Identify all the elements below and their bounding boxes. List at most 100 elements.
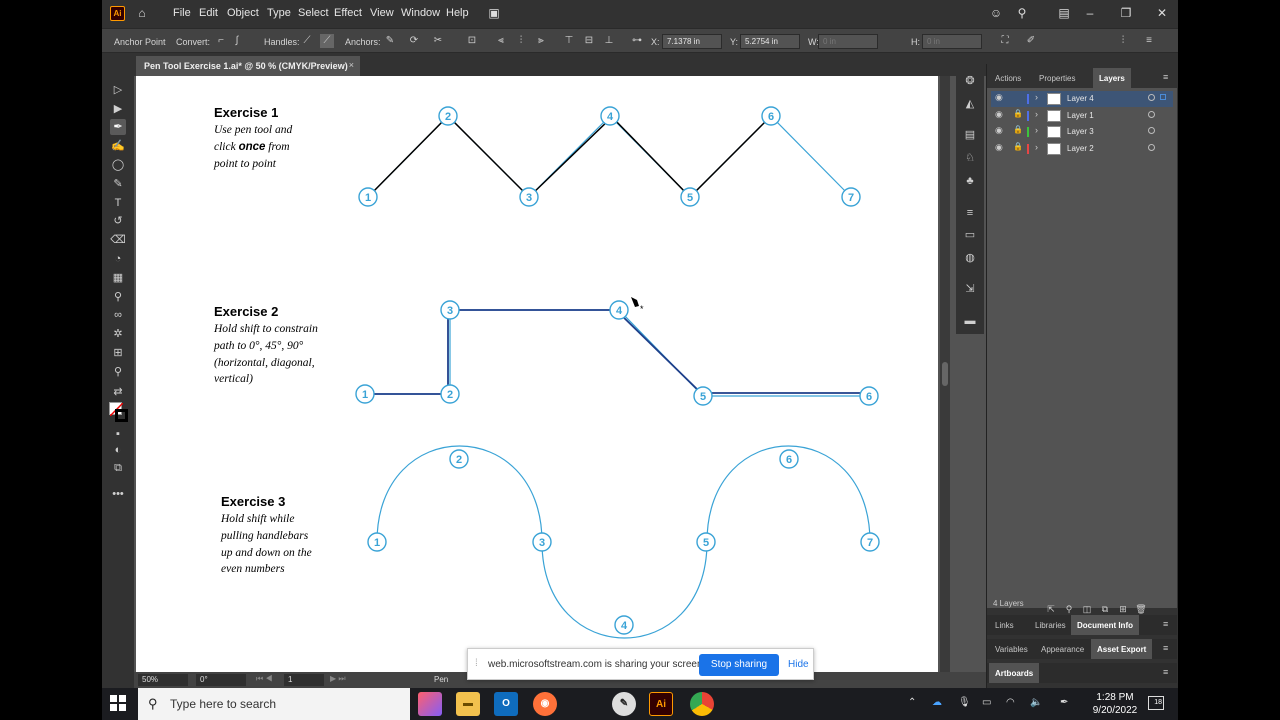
new-layer-icon[interactable]: ⊞ bbox=[1117, 603, 1129, 615]
workspace-icon[interactable]: ▤ bbox=[1056, 5, 1072, 21]
artboard-number-field[interactable]: 1 bbox=[284, 674, 324, 686]
wifi-icon[interactable]: ◠ bbox=[1006, 697, 1015, 708]
panel-menu-icon[interactable]: ≡ bbox=[1163, 643, 1168, 653]
show-handles-icon[interactable]: ⟋ bbox=[300, 34, 314, 48]
align-right-icon[interactable]: ⫸ bbox=[534, 34, 548, 48]
onedrive-icon[interactable]: ☁ bbox=[932, 697, 942, 708]
menu-view[interactable]: View bbox=[370, 7, 394, 19]
locate-object-icon[interactable]: ⚲ bbox=[1063, 603, 1075, 615]
panel-menu-icon[interactable]: ≡ bbox=[1142, 34, 1156, 48]
paintbrush-tool-icon[interactable]: ✎ bbox=[110, 176, 126, 192]
target-circle-icon[interactable] bbox=[1148, 143, 1155, 151]
user-icon[interactable]: ☺ bbox=[988, 5, 1004, 21]
convert-corner-icon[interactable]: ⌐ bbox=[214, 34, 228, 48]
artboard-nav-prev-icon[interactable]: ⏮ ◀ bbox=[256, 674, 273, 684]
align-middle-icon[interactable]: ⊟ bbox=[582, 34, 596, 48]
menu-edit[interactable]: Edit bbox=[199, 7, 218, 19]
tab-asset-export[interactable]: Asset Export bbox=[1091, 639, 1153, 659]
align-top-icon[interactable]: ⊤ bbox=[562, 34, 576, 48]
menu-file[interactable]: File bbox=[173, 7, 191, 19]
curvature-tool-icon[interactable]: ✍ bbox=[110, 138, 126, 154]
photos-app-icon[interactable] bbox=[418, 692, 442, 716]
collect-export-icon[interactable]: ⇱ bbox=[1045, 603, 1057, 615]
taskbar-search[interactable]: ⚲ Type here to search bbox=[138, 688, 410, 720]
taskbar-clock[interactable]: 1:28 PM 9/20/2022 bbox=[1085, 691, 1145, 717]
chrome-icon[interactable] bbox=[690, 692, 714, 716]
close-tab-icon[interactable]: × bbox=[349, 60, 354, 70]
convert-smooth-icon[interactable]: ∫ bbox=[230, 34, 244, 48]
artboard[interactable]: Exercise 1 Use pen tool and click once f… bbox=[136, 76, 938, 672]
microphone-icon[interactable]: 🎙 bbox=[958, 697, 971, 708]
pen-workspace-icon[interactable]: ✒ bbox=[1060, 697, 1068, 708]
lock-icon[interactable]: 🔒 bbox=[1013, 142, 1023, 151]
color-mode-icon[interactable]: ▪ bbox=[110, 426, 126, 442]
document-tab[interactable]: Pen Tool Exercise 1.ai* @ 50 % (CMYK/Pre… bbox=[136, 56, 360, 76]
color-guide-icon[interactable]: ❂ bbox=[963, 74, 977, 88]
edit-toolbar-icon[interactable]: ••• bbox=[110, 486, 126, 502]
lock-icon[interactable]: 🔒 bbox=[1013, 109, 1023, 118]
inkscape-icon[interactable]: ✎ bbox=[612, 692, 636, 716]
isolate-icon[interactable]: ⊡ bbox=[465, 34, 479, 48]
expand-chevron-icon[interactable]: › bbox=[1035, 142, 1038, 152]
transform-icon[interactable]: ⊶ bbox=[630, 34, 644, 48]
tray-overflow-icon[interactable]: ⌃ bbox=[908, 697, 916, 708]
visibility-eye-icon[interactable]: ◉ bbox=[995, 142, 1003, 153]
symbol-sprayer-tool-icon[interactable]: ✲ bbox=[110, 326, 126, 342]
windows-start-icon[interactable] bbox=[110, 695, 126, 711]
new-sublayer-icon[interactable]: ⧉ bbox=[1099, 603, 1111, 615]
cut-path-icon[interactable]: ✂ bbox=[431, 34, 445, 48]
tab-links[interactable]: Links bbox=[989, 615, 1020, 635]
transform-each-icon[interactable]: ⛶ bbox=[998, 34, 1012, 48]
expand-chevron-icon[interactable]: › bbox=[1035, 92, 1038, 102]
target-circle-icon[interactable] bbox=[1148, 94, 1155, 101]
minimize-icon[interactable]: – bbox=[1082, 5, 1098, 21]
outlook-icon[interactable]: O bbox=[494, 692, 518, 716]
notification-center-icon[interactable]: 18 bbox=[1148, 696, 1164, 710]
eraser-tool-icon[interactable]: ⌫ bbox=[110, 232, 126, 248]
stop-sharing-button[interactable]: Stop sharing bbox=[699, 654, 779, 676]
vertical-scrollbar[interactable] bbox=[940, 76, 950, 672]
illustrator-taskbar-icon[interactable]: Ai bbox=[649, 692, 673, 716]
symbols-icon[interactable]: ♣ bbox=[963, 174, 977, 188]
panel-menu-icon[interactable]: ≡ bbox=[1163, 619, 1168, 629]
menu-object[interactable]: Object bbox=[227, 7, 259, 19]
eyedropper-tool-icon[interactable]: ⚲ bbox=[110, 289, 126, 305]
menu-help[interactable]: Help bbox=[446, 7, 469, 19]
restore-icon[interactable]: ❐ bbox=[1118, 5, 1134, 21]
align-center-icon[interactable]: ⫶ bbox=[514, 34, 528, 48]
clipping-mask-icon[interactable]: ◫ bbox=[1081, 603, 1093, 615]
hide-handles-icon[interactable]: ⟋ bbox=[320, 34, 334, 48]
panel-menu-icon[interactable]: ≡ bbox=[1163, 72, 1168, 82]
menu-effect[interactable]: Effect bbox=[334, 7, 362, 19]
libraries-icon[interactable]: ▤ bbox=[963, 128, 977, 142]
tab-variables[interactable]: Variables bbox=[989, 639, 1034, 659]
tab-appearance[interactable]: Appearance bbox=[1035, 639, 1090, 659]
arrange-documents-icon[interactable]: ▣ bbox=[486, 5, 502, 21]
rotate-tool-icon[interactable]: ↺ bbox=[110, 213, 126, 229]
layer-row[interactable]: ◉ 🔒 › Layer 1 bbox=[991, 108, 1173, 124]
battery-icon[interactable]: ▭ bbox=[982, 697, 991, 708]
tab-layers[interactable]: Layers bbox=[1093, 68, 1131, 88]
h-field[interactable]: 0 in bbox=[922, 34, 982, 49]
panel-menu-icon[interactable]: ≡ bbox=[1163, 667, 1168, 677]
align-left-icon[interactable]: ⫷ bbox=[494, 34, 508, 48]
edit-path-icon[interactable]: ✐ bbox=[1024, 34, 1038, 48]
screen-mode-icon[interactable]: ⧉ bbox=[110, 460, 126, 476]
align-panel-icon[interactable]: ⫶ bbox=[1116, 34, 1130, 48]
comments-icon[interactable]: ▬ bbox=[963, 314, 977, 328]
target-circle-icon[interactable] bbox=[1148, 127, 1155, 134]
canvas-area[interactable]: Exercise 1 Use pen tool and click once f… bbox=[134, 76, 1008, 672]
menu-window[interactable]: Window bbox=[401, 7, 440, 19]
transparency-icon[interactable]: ◍ bbox=[963, 251, 977, 265]
swap-fill-stroke-icon[interactable]: ⇄ bbox=[110, 384, 126, 400]
home-icon[interactable]: ⌂ bbox=[134, 5, 150, 21]
gradient-icon[interactable]: ▭ bbox=[963, 228, 977, 242]
artboard-tool-icon[interactable]: ⊞ bbox=[110, 345, 126, 361]
drag-handle-icon[interactable]: ⁞ bbox=[475, 658, 478, 669]
target-circle-icon[interactable] bbox=[1148, 110, 1155, 118]
direct-selection-tool-icon[interactable]: ▶ bbox=[110, 101, 126, 117]
layer-row[interactable]: ◉ › Layer 4 bbox=[991, 91, 1173, 107]
layer-row[interactable]: ◉ 🔒 › Layer 3 bbox=[991, 124, 1173, 140]
stroke-color-swatch[interactable] bbox=[115, 409, 128, 422]
zoom-field[interactable]: 50% bbox=[138, 674, 188, 686]
